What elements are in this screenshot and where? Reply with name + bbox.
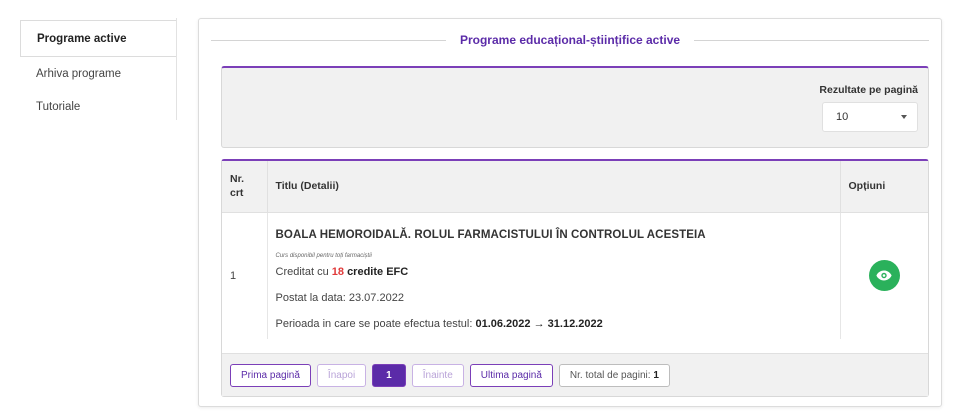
view-details-button[interactable] — [868, 260, 900, 292]
results-per-page-label: Rezultate pe pagină — [819, 84, 918, 96]
course-credits: Creditat cu 18 credite EFC — [276, 266, 832, 278]
column-header-nr: Nr. crt — [222, 161, 268, 213]
period-start: 01.06.2022 — [475, 318, 531, 331]
previous-page-button[interactable]: Înapoi — [316, 363, 367, 387]
total-pages-indicator: Nr. total de pagini: 1 — [558, 363, 670, 387]
course-availability-note: Curs disponibil pentru toți farmaciștii — [275, 253, 372, 260]
first-page-button[interactable]: Prima pagină — [230, 363, 311, 387]
course-title: BOALA HEMOROIDALĂ. ROLUL FARMACISTULUI Î… — [275, 229, 706, 242]
panel-legend: Programe educațional-științifice active — [211, 31, 930, 49]
total-pages-label: Nr. total de pagini: — [569, 369, 651, 381]
table-row: 1 BOALA HEMOROIDALĂ. ROLUL FARMACISTULUI… — [222, 212, 928, 339]
results-per-page-value: 10 — [836, 111, 849, 123]
sidebar-item-tutoriale[interactable]: Tutoriale — [20, 90, 176, 123]
credit-value: 18 — [331, 266, 344, 279]
course-posted-date: Postat la data: 23.07.2022 — [275, 292, 404, 305]
divider — [211, 39, 446, 41]
programs-table: Nr. crt Titlu (Detalii) Opțiuni 1 BOALA … — [222, 161, 928, 339]
sidebar-item-arhiva-programe[interactable]: Arhiva programe — [20, 57, 176, 90]
sidebar-item-programe-active[interactable]: Programe active — [20, 20, 176, 57]
row-options — [840, 212, 928, 339]
next-page-button[interactable]: Înainte — [411, 363, 464, 387]
programs-panel: Programe educațional-științifice active … — [198, 18, 942, 407]
eye-icon — [876, 270, 892, 281]
credit-suffix: credite EFC — [347, 266, 409, 279]
divider — [694, 39, 930, 41]
current-page-button[interactable]: 1 — [372, 363, 406, 387]
results-per-page-select[interactable]: 10 — [822, 102, 918, 132]
row-details: BOALA HEMOROIDALĂ. ROLUL FARMACISTULUI Î… — [267, 212, 841, 339]
page-title: Programe educațional-științifice active — [459, 33, 681, 47]
column-header-title: Titlu (Detalii) — [267, 161, 841, 213]
pagination: Prima pagină Înapoi 1 Înainte Ultima pag… — [222, 353, 928, 396]
programs-table-container: Nr. crt Titlu (Detalii) Opțiuni 1 BOALA … — [221, 159, 929, 397]
row-number: 1 — [222, 212, 268, 339]
sidebar-item-label: Tutoriale — [36, 100, 81, 113]
sidebar: Programe active Arhiva programe Tutorial… — [20, 18, 177, 120]
period-label: Perioada in care se poate efectua testul… — [275, 318, 476, 331]
filter-box: Rezultate pe pagină 10 — [221, 66, 929, 148]
column-header-options: Opțiuni — [840, 161, 928, 213]
chevron-down-icon — [901, 115, 907, 119]
credit-prefix: Creditat cu — [275, 266, 332, 279]
sidebar-item-label: Programe active — [37, 32, 127, 45]
sidebar-item-label: Arhiva programe — [36, 67, 122, 80]
period-end: 31.12.2022 — [547, 318, 603, 331]
arrow-right-icon: → — [533, 318, 545, 331]
last-page-button[interactable]: Ultima pagină — [469, 363, 553, 387]
table-header-row: Nr. crt Titlu (Detalii) Opțiuni — [222, 161, 928, 213]
course-test-period: Perioada in care se poate efectua testul… — [276, 318, 832, 330]
total-pages-value: 1 — [653, 369, 659, 381]
